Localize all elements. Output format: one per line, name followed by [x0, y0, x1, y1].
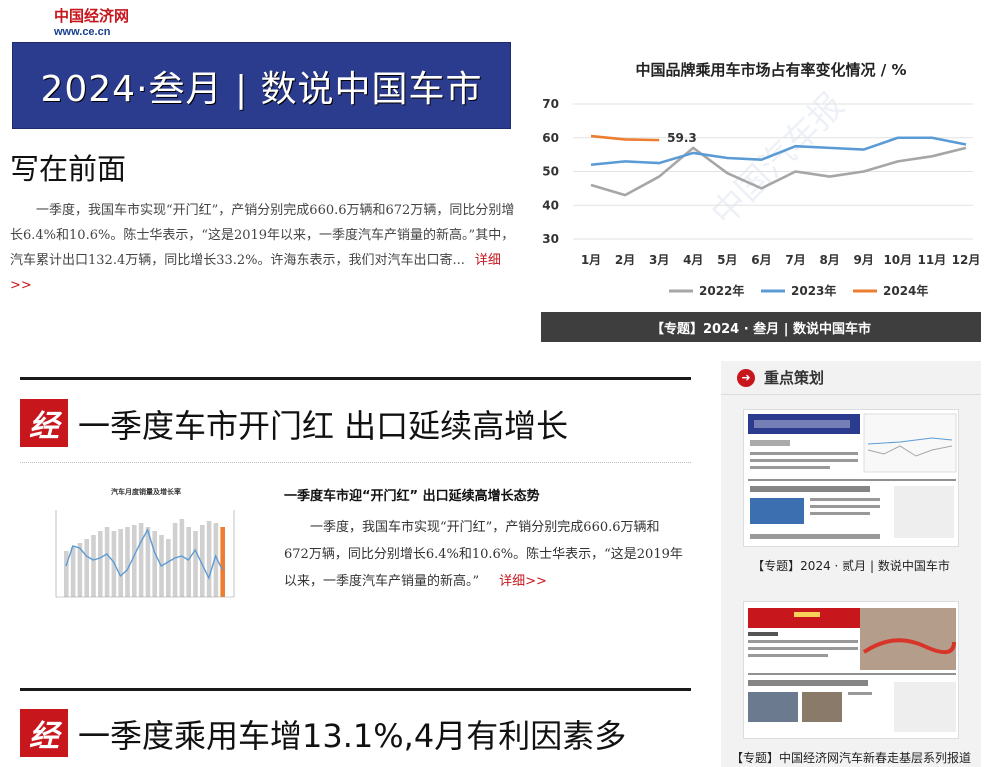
- badge-glyph: 经: [29, 719, 59, 754]
- thumb-bar: [186, 527, 191, 597]
- section-rule: [20, 688, 691, 691]
- thumb-bar: [206, 521, 212, 597]
- thumb-bar: [84, 539, 89, 597]
- logo-en: www.ce.cn: [54, 26, 111, 38]
- badge-glyph: 经: [29, 409, 59, 444]
- thumb-bar: [193, 531, 198, 597]
- y-tick-label: 40: [542, 198, 559, 212]
- x-tick-label: 4月: [683, 253, 703, 267]
- thumb-bar: [166, 539, 171, 597]
- section-title[interactable]: 一季度车市开门红 出口延续高增长: [78, 401, 568, 447]
- featured-card-thumbnail[interactable]: [743, 601, 959, 739]
- sidebar-heading: ➜ 重点策划: [721, 361, 981, 395]
- thumb-bar: [91, 535, 96, 597]
- thumb-bar: [138, 523, 144, 597]
- x-tick-label: 9月: [854, 253, 874, 267]
- x-tick-label: 5月: [717, 253, 737, 267]
- thumb-bar: [64, 551, 69, 597]
- svg-text:中国汽车报: 中国汽车报: [704, 85, 852, 233]
- thumb-bar: [152, 531, 157, 597]
- featured-card-caption[interactable]: 【专题】中国经济网汽车新春走基层系列报道: [721, 749, 981, 766]
- legend-label: 2024年: [883, 283, 928, 298]
- arrow-circle-icon: ➜: [737, 368, 755, 387]
- chart-caption-link[interactable]: 【专题】2024 · 叁月 | 数说中国车市: [541, 312, 981, 342]
- legend-label: 2022年: [699, 283, 744, 298]
- article-paragraph: 一季度，我国车市实现“开门红”，产销分别完成660.6万辆和672万辆，同比分别…: [284, 514, 684, 595]
- card-preview-svg: [748, 608, 956, 732]
- jing-logo-icon: 经: [20, 399, 68, 447]
- article-thumbnail[interactable]: 汽车月度销量及增长率: [42, 486, 250, 626]
- y-tick-label: 50: [542, 165, 559, 179]
- section-rule: [20, 377, 691, 380]
- data-label: 59.3: [667, 131, 697, 145]
- article-more-link[interactable]: 详细>>: [499, 574, 547, 589]
- intro-paragraph: 一季度，我国车市实现“开门红”，产销分别完成660.6万辆和672万辆，同比分别…: [10, 198, 515, 298]
- chart-title: 中国品牌乘用车市场占有率变化情况 / %: [636, 61, 907, 79]
- featured-card-caption[interactable]: 【专题】2024 · 贰月 | 数说中国车市: [721, 557, 981, 574]
- x-tick-label: 12月: [952, 253, 981, 267]
- featured-card-thumbnail[interactable]: [743, 409, 959, 547]
- hero-banner[interactable]: 2024·叁月 | 数说中国车市: [12, 42, 511, 129]
- jing-logo-icon: 经: [20, 709, 68, 757]
- x-tick-label: 11月: [918, 253, 947, 267]
- legend-label: 2023年: [791, 283, 836, 298]
- y-tick-label: 70: [542, 97, 559, 111]
- market-share-chart[interactable]: 中国汽车报 中国品牌乘用车市场占有率变化情况 / % 30 40 50 60 70 1月…: [541, 42, 981, 312]
- thumb-bar: [118, 529, 123, 597]
- intro-body: 一季度，我国车市实现“开门红”，产销分别完成660.6万辆和672万辆，同比分别…: [10, 203, 515, 268]
- card-preview-svg: [748, 413, 957, 539]
- thumb-bar: [125, 527, 130, 597]
- section-title[interactable]: 一季度乘用车增13.1%,4月有利因素多: [78, 711, 626, 757]
- sidebar-heading-text: 重点策划: [764, 369, 825, 387]
- thumb-bar: [104, 527, 110, 597]
- market-share-chart-svg: 中国汽车报 中国品牌乘用车市场占有率变化情况 / % 30 40 50 60 70 1月…: [542, 61, 981, 298]
- intro-heading: 写在前面: [10, 152, 127, 186]
- thumb-bar: [179, 519, 185, 597]
- x-tick-label: 2月: [615, 253, 635, 267]
- thumb-bar: [70, 547, 76, 597]
- y-tick-label: 60: [542, 131, 559, 145]
- site-logo[interactable]: 中国经济网 www.ce.cn: [54, 7, 130, 39]
- y-tick-label: 30: [542, 232, 559, 246]
- thumb-bar: [98, 531, 103, 597]
- sidebar-featured: ➜ 重点策划 【专题】2024 · 贰月 | 数说中国车市 【专题】中国经济网汽…: [721, 361, 981, 767]
- article-title-link[interactable]: 一季度车市迎“开门红” 出口延续高增长态势: [284, 485, 540, 504]
- x-tick-label: 6月: [751, 253, 771, 267]
- thumbnail-chart-svg: 汽车月度销量及增长率: [55, 487, 235, 598]
- x-tick-label: 8月: [819, 253, 839, 267]
- x-tick-label: 7月: [785, 253, 805, 267]
- logo-cn: 中国经济网: [54, 7, 130, 25]
- article-body: 一季度，我国车市实现“开门红”，产销分别完成660.6万辆和672万辆，同比分别…: [284, 520, 683, 589]
- thumb-bar: [172, 523, 178, 597]
- section-divider: [20, 462, 691, 463]
- thumb-bar: [132, 525, 137, 597]
- x-tick-label: 3月: [649, 253, 669, 267]
- thumbnail-title: 汽车月度销量及增长率: [111, 487, 181, 496]
- x-tick-label: 1月: [581, 253, 601, 267]
- x-tick-label: 10月: [883, 253, 912, 267]
- thumb-bar: [220, 527, 225, 597]
- hero-banner-title: 2024·叁月 | 数说中国车市: [40, 68, 483, 110]
